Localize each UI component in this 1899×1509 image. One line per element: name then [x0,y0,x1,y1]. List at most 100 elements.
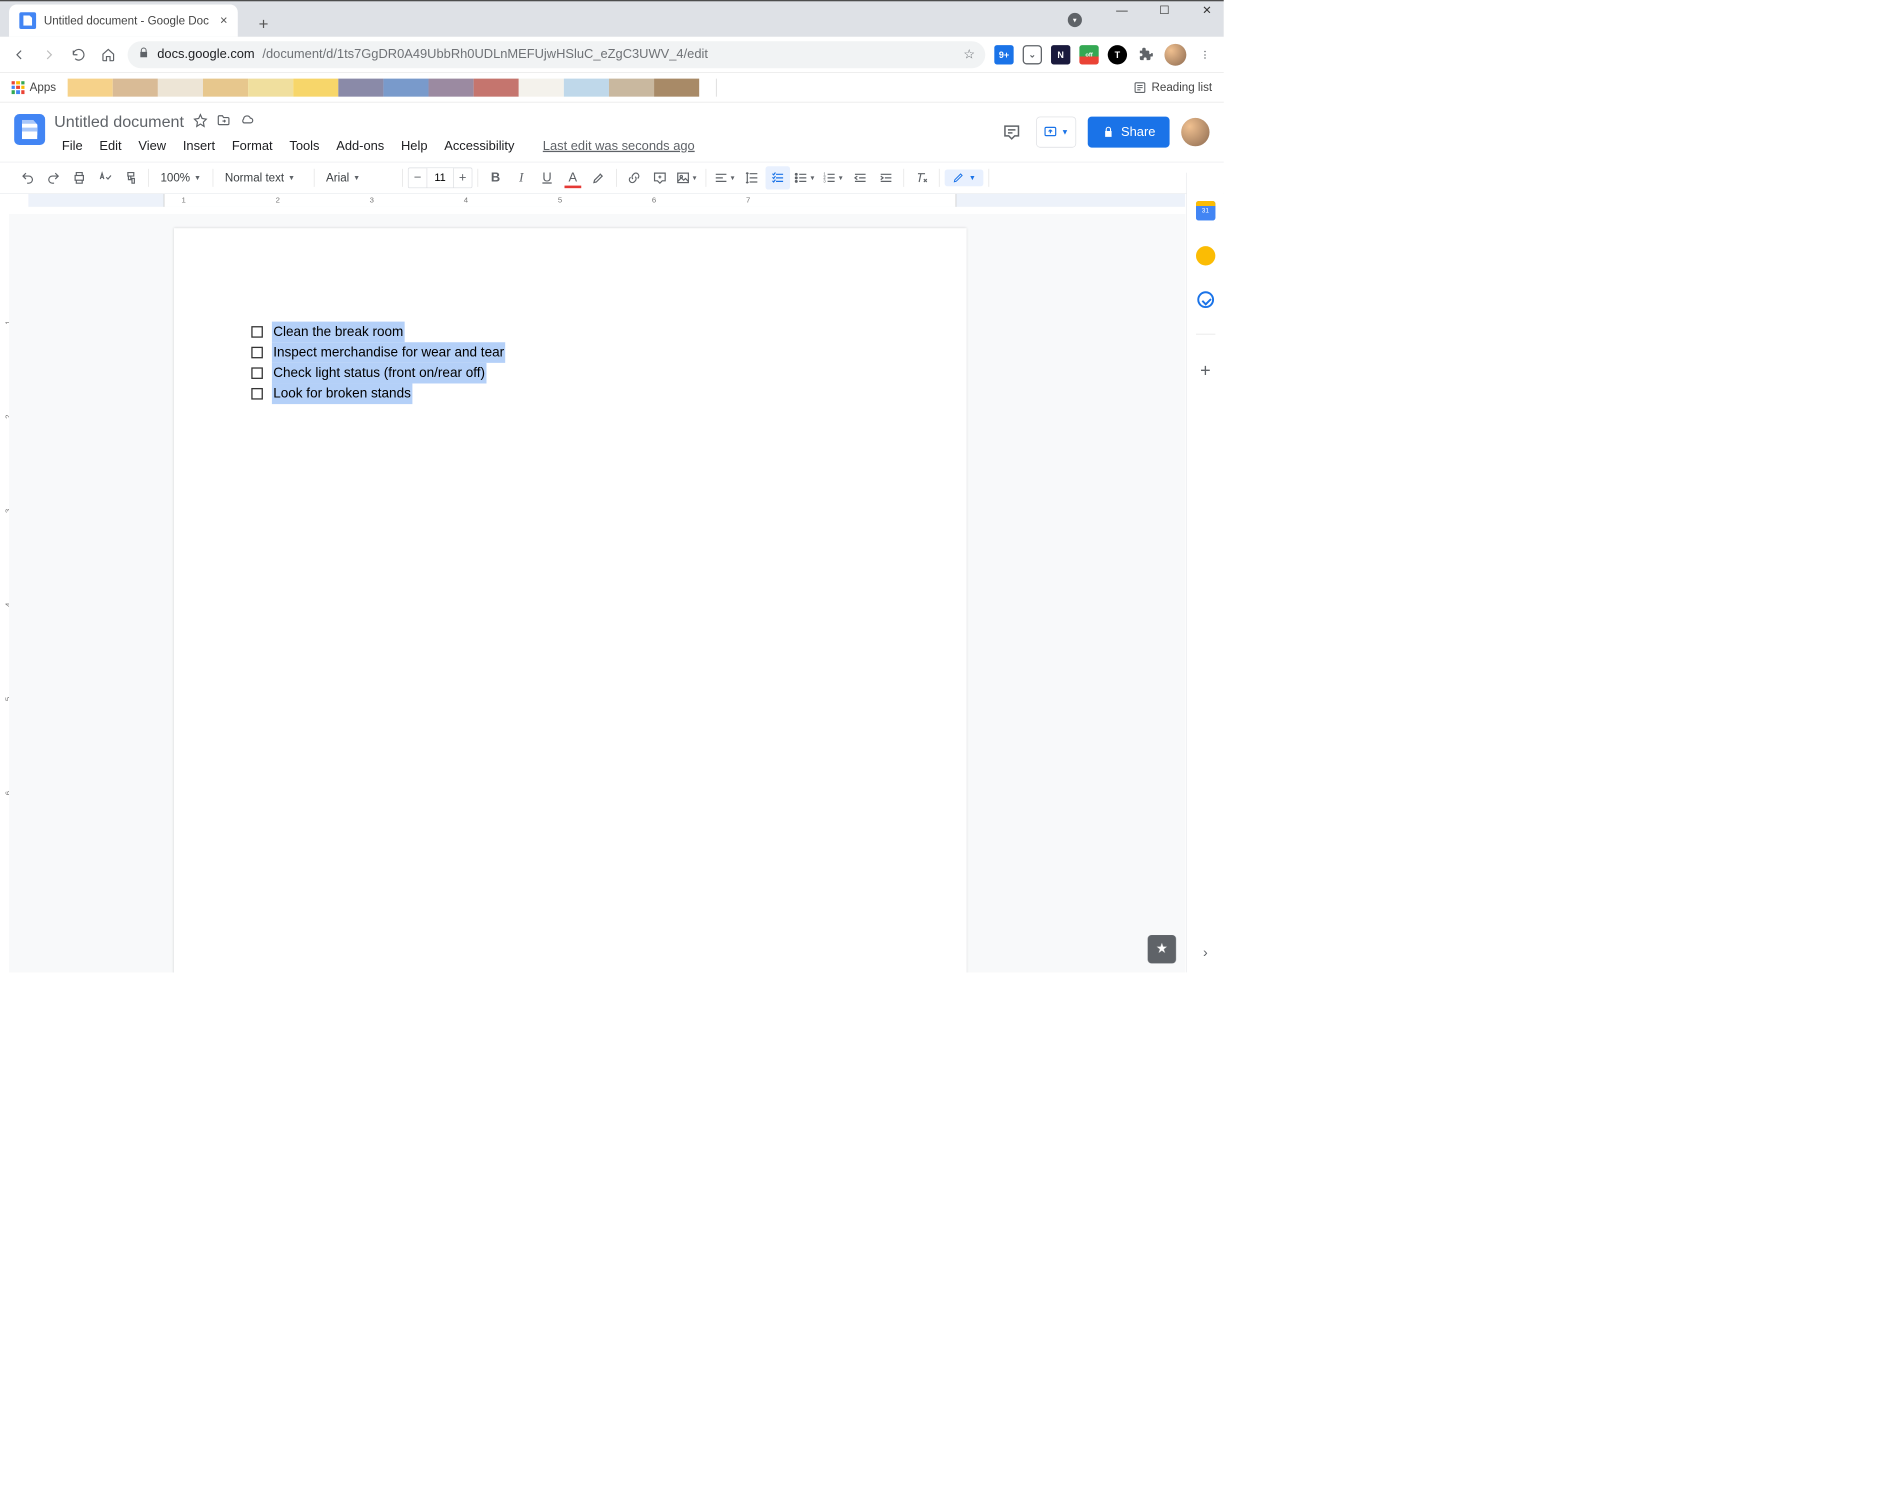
star-icon[interactable] [193,113,207,130]
bookmark-swatch[interactable] [293,78,338,96]
styles-dropdown[interactable]: Normal text▼ [218,166,308,189]
extension-pocket-icon[interactable]: ⌄ [1023,45,1042,64]
menu-file[interactable]: File [54,136,90,156]
bold-button[interactable]: B [483,166,507,189]
bookmark-swatch[interactable] [158,78,203,96]
reload-button[interactable] [68,44,89,65]
insert-link-button[interactable] [622,166,646,189]
checklist-item[interactable]: Inspect merchandise for wear and tear [251,342,889,363]
account-avatar[interactable] [1181,118,1209,146]
checkbox-icon[interactable] [251,347,263,359]
minimize-button[interactable]: — [1110,4,1133,18]
bookmark-swatch[interactable] [429,78,474,96]
present-button[interactable]: ▼ [1036,117,1076,148]
clear-formatting-button[interactable] [909,166,933,189]
add-comment-button[interactable] [648,166,672,189]
share-button[interactable]: Share [1088,117,1170,148]
print-button[interactable] [67,166,91,189]
extension-n-icon[interactable]: N [1051,45,1070,64]
editing-mode-button[interactable]: ▼ [944,169,983,186]
checklist-text[interactable]: Inspect merchandise for wear and tear [272,342,506,363]
numbered-list-button[interactable]: 123▼ [819,166,846,189]
decrease-indent-button[interactable] [848,166,872,189]
close-window-button[interactable]: ✕ [1195,4,1218,18]
extension-adblock-icon[interactable]: off [1079,45,1098,64]
menu-help[interactable]: Help [393,136,435,156]
chrome-menu-icon[interactable]: ⋮ [1195,45,1214,64]
checklist-text[interactable]: Look for broken stands [272,383,412,404]
underline-button[interactable]: U [535,166,559,189]
reading-list-button[interactable]: Reading list [1133,81,1212,95]
horizontal-ruler[interactable]: 1234567 [28,194,1185,207]
bulleted-list-button[interactable]: ▼ [791,166,818,189]
font-dropdown[interactable]: Arial▼ [320,166,397,189]
chrome-profile-avatar[interactable] [1164,43,1186,65]
checklist-item[interactable]: Check light status (front on/rear off) [251,363,889,384]
extension-translate-icon[interactable]: 9+ [994,45,1013,64]
bookmark-swatch[interactable] [609,78,654,96]
get-addons-button[interactable]: + [1200,360,1211,381]
paint-format-button[interactable] [119,166,143,189]
bookmark-swatch[interactable] [564,78,609,96]
bookmark-swatch[interactable] [203,78,248,96]
menu-insert[interactable]: Insert [175,136,223,156]
redo-button[interactable] [41,166,65,189]
extension-t-icon[interactable]: T [1108,45,1127,64]
forward-button[interactable] [39,44,60,65]
bookmark-swatch[interactable] [113,78,158,96]
menu-tools[interactable]: Tools [282,136,328,156]
increase-font-button[interactable]: + [454,170,472,185]
checklist-text[interactable]: Clean the break room [272,322,405,343]
font-size-input[interactable] [427,168,454,187]
menu-add-ons[interactable]: Add-ons [329,136,392,156]
maximize-button[interactable]: ☐ [1153,4,1176,18]
comments-history-icon[interactable] [999,119,1025,145]
menu-view[interactable]: View [131,136,174,156]
undo-button[interactable] [15,166,39,189]
checklist-button[interactable] [765,166,789,189]
url-bar[interactable]: docs.google.com/document/d/1ts7GgDR0A49U… [128,41,986,68]
docs-logo-icon[interactable] [14,114,45,145]
extensions-menu-icon[interactable] [1136,45,1155,64]
checklist-item[interactable]: Look for broken stands [251,383,889,404]
menu-format[interactable]: Format [224,136,280,156]
bookmark-swatch[interactable] [338,78,383,96]
bookmark-star-icon[interactable]: ☆ [963,46,975,62]
back-button[interactable] [9,44,30,65]
home-button[interactable] [98,44,119,65]
tasks-addon-icon[interactable] [1197,291,1214,308]
decrease-font-button[interactable]: − [409,170,427,185]
line-spacing-button[interactable] [740,166,764,189]
bookmark-swatch[interactable] [519,78,564,96]
hide-side-panel-button[interactable]: › [1203,944,1208,961]
document-title[interactable]: Untitled document [54,112,184,131]
menu-accessibility[interactable]: Accessibility [437,136,523,156]
apps-button[interactable]: Apps [12,81,56,95]
bookmark-swatch[interactable] [474,78,519,96]
move-folder-icon[interactable] [216,113,230,130]
last-edit-link[interactable]: Last edit was seconds ago [535,136,702,156]
checkbox-icon[interactable] [251,367,263,379]
zoom-dropdown[interactable]: 100%▼ [154,166,207,189]
tab-close-icon[interactable]: × [220,13,228,28]
bookmark-swatch[interactable] [383,78,428,96]
highlight-color-button[interactable] [586,166,610,189]
keep-addon-icon[interactable] [1196,246,1215,265]
checklist-item[interactable]: Clean the break room [251,322,889,343]
bookmark-swatch[interactable] [654,78,699,96]
checkbox-icon[interactable] [251,326,263,338]
document-page[interactable]: Clean the break roomInspect merchandise … [174,228,967,972]
increase-indent-button[interactable] [874,166,898,189]
checklist-text[interactable]: Check light status (front on/rear off) [272,363,486,384]
italic-button[interactable]: I [509,166,533,189]
cloud-status-icon[interactable] [239,113,253,130]
menu-edit[interactable]: Edit [92,136,130,156]
browser-tab[interactable]: Untitled document - Google Doc × [9,5,238,37]
align-button[interactable]: ▼ [711,166,738,189]
profile-indicator-icon[interactable]: ▾ [1068,13,1082,27]
insert-image-button[interactable]: ▼ [673,166,700,189]
editor-scroll[interactable]: Clean the break roomInspect merchandise … [9,214,1185,972]
new-tab-button[interactable]: + [251,11,277,37]
explore-button[interactable] [1148,935,1176,963]
text-color-button[interactable]: A [561,166,585,189]
